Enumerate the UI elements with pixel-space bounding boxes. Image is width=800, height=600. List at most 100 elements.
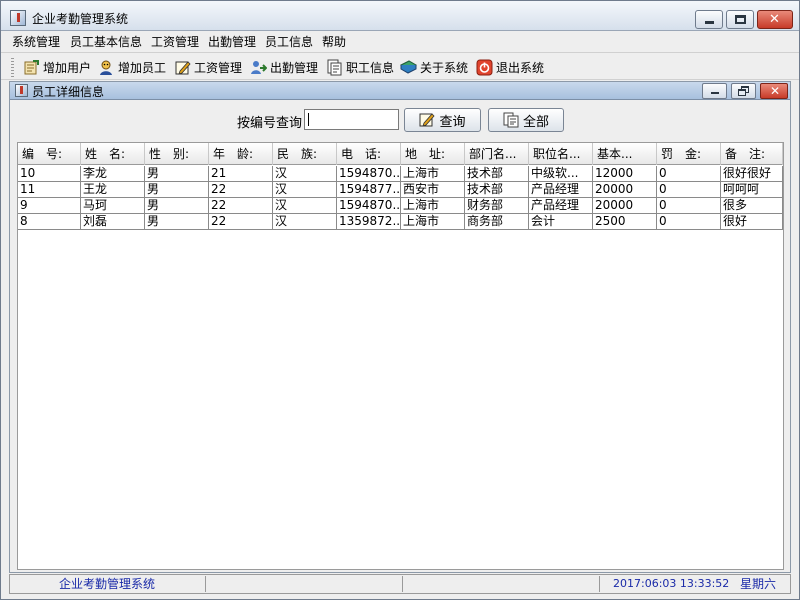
cell-id[interactable]: 9 xyxy=(18,198,81,214)
table-row[interactable]: 11 王龙男 22 汉 1594877... 西安市 技术部 产品经理 20000 0 呵呵呵 xyxy=(18,182,783,198)
cell-gender[interactable]: 男 xyxy=(145,198,209,214)
minimize-button[interactable] xyxy=(695,10,723,29)
show-all-button[interactable]: 全部 xyxy=(488,108,564,132)
employee-detail-frame: 员工详细信息 ✕ 按编号查询 查询 全部 编 号: 姓 名: 性 别: 年 龄:… xyxy=(9,81,791,573)
add-employee-button[interactable]: 增加员工 xyxy=(98,56,166,78)
cell-gender[interactable]: 男 xyxy=(145,166,209,182)
title-bar[interactable]: 企业考勤管理系统 ✕ xyxy=(1,1,799,31)
close-button[interactable]: ✕ xyxy=(757,10,793,29)
table-row[interactable]: 8 刘磊男 22 汉 1359872... 上海市 商务部 会计 2500 0 很好 xyxy=(18,214,783,230)
menu-employee-info[interactable]: 员工信息 xyxy=(265,33,313,50)
cell-base-salary[interactable]: 12000 xyxy=(593,166,657,182)
cell-fine[interactable]: 0 xyxy=(657,182,721,198)
menu-employee-basic-info[interactable]: 员工基本信息 xyxy=(70,33,142,50)
column-header-ethnicity[interactable]: 民 族: xyxy=(273,143,337,165)
status-weekday: 星期六 xyxy=(740,577,777,591)
attendance-icon xyxy=(250,59,268,76)
inner-restore-button[interactable] xyxy=(731,83,756,99)
cell-remark[interactable]: 很好很好 xyxy=(721,166,783,182)
column-header-department[interactable]: 部门名... xyxy=(465,143,529,165)
inner-title-bar[interactable]: 员工详细信息 ✕ xyxy=(10,82,790,100)
menu-bar: 系统管理 员工基本信息 工资管理 出勤管理 员工信息 帮助 xyxy=(1,31,799,51)
cell-id[interactable]: 8 xyxy=(18,214,81,230)
cell-fine[interactable]: 0 xyxy=(657,198,721,214)
cell-ethnicity[interactable]: 汉 xyxy=(273,214,337,230)
cell-gender[interactable]: 男 xyxy=(145,182,209,198)
cell-position[interactable]: 会计 xyxy=(529,214,593,230)
cell-phone[interactable]: 1594877... xyxy=(337,182,401,198)
cell-phone[interactable]: 1359872... xyxy=(337,214,401,230)
attendance-management-button[interactable]: 出勤管理 xyxy=(250,56,318,78)
cell-ethnicity[interactable]: 汉 xyxy=(273,182,337,198)
cell-position[interactable]: 中级软... xyxy=(529,166,593,182)
query-button[interactable]: 查询 xyxy=(404,108,481,132)
menu-system-management[interactable]: 系统管理 xyxy=(12,33,60,50)
cell-phone[interactable]: 1594870... xyxy=(337,198,401,214)
status-app-name-cell: 企业考勤管理系统 xyxy=(10,576,206,592)
inner-close-button[interactable]: ✕ xyxy=(760,83,788,99)
cell-address[interactable]: 上海市 xyxy=(401,166,465,182)
column-header-name[interactable]: 姓 名: xyxy=(81,143,145,165)
salary-management-button[interactable]: 工资管理 xyxy=(174,56,242,78)
window-title: 企业考勤管理系统 xyxy=(32,12,129,26)
minimize-icon xyxy=(705,21,714,24)
power-exit-icon xyxy=(476,59,493,76)
cell-age[interactable]: 22 xyxy=(209,214,273,230)
menu-salary-management[interactable]: 工资管理 xyxy=(151,33,199,50)
cell-fine[interactable]: 0 xyxy=(657,166,721,182)
menu-help[interactable]: 帮助 xyxy=(322,33,346,50)
cell-position[interactable]: 产品经理 xyxy=(529,198,593,214)
menu-attendance-management[interactable]: 出勤管理 xyxy=(208,33,256,50)
cell-age[interactable]: 22 xyxy=(209,198,273,214)
column-header-position[interactable]: 职位名... xyxy=(529,143,593,165)
cell-id[interactable]: 11 xyxy=(18,182,81,198)
cell-age[interactable]: 21 xyxy=(209,166,273,182)
cell-remark[interactable]: 呵呵呵 xyxy=(721,182,783,198)
salary-management-label: 工资管理 xyxy=(194,60,243,75)
about-system-button[interactable]: 关于系统 xyxy=(399,56,468,78)
cell-department[interactable]: 技术部 xyxy=(465,182,529,198)
add-user-button[interactable]: 增加用户 xyxy=(23,56,91,78)
maximize-button[interactable] xyxy=(726,10,754,29)
column-header-gender[interactable]: 性 别: xyxy=(145,143,209,165)
column-header-address[interactable]: 地 址: xyxy=(401,143,465,165)
cell-base-salary[interactable]: 20000 xyxy=(593,182,657,198)
cell-address[interactable]: 上海市 xyxy=(401,214,465,230)
toolbar-grip[interactable] xyxy=(11,58,14,78)
cell-base-salary[interactable]: 20000 xyxy=(593,198,657,214)
exit-system-button[interactable]: 退出系统 xyxy=(476,56,544,78)
employee-table[interactable]: 编 号: 姓 名: 性 别: 年 龄: 民 族: 电 话: 地 址: 部门名..… xyxy=(17,142,784,570)
cell-name[interactable]: 刘磊 xyxy=(81,214,145,230)
cell-remark[interactable]: 很多 xyxy=(721,198,783,214)
column-header-remark[interactable]: 备 注: xyxy=(721,143,783,165)
inner-minimize-button[interactable] xyxy=(702,83,727,99)
cell-phone[interactable]: 1594870... xyxy=(337,166,401,182)
cell-ethnicity[interactable]: 汉 xyxy=(273,198,337,214)
cell-address[interactable]: 上海市 xyxy=(401,198,465,214)
cell-department[interactable]: 技术部 xyxy=(465,166,529,182)
cell-address[interactable]: 西安市 xyxy=(401,182,465,198)
cell-age[interactable]: 22 xyxy=(209,182,273,198)
cell-remark[interactable]: 很好 xyxy=(721,214,783,230)
cell-name[interactable]: 李龙 xyxy=(81,166,145,182)
table-row[interactable]: 10 李龙男 21 汉 1594870... 上海市 技术部 中级软... 12000 0 很好很好 xyxy=(18,166,783,182)
cell-position[interactable]: 产品经理 xyxy=(529,182,593,198)
cell-fine[interactable]: 0 xyxy=(657,214,721,230)
column-header-phone[interactable]: 电 话: xyxy=(337,143,401,165)
cell-id[interactable]: 10 xyxy=(18,166,81,182)
cell-department[interactable]: 商务部 xyxy=(465,214,529,230)
cell-gender[interactable]: 男 xyxy=(145,214,209,230)
column-header-id[interactable]: 编 号: xyxy=(18,143,81,165)
column-header-age[interactable]: 年 龄: xyxy=(209,143,273,165)
staff-info-button[interactable]: 职工信息 xyxy=(326,56,394,78)
cell-name[interactable]: 马珂 xyxy=(81,198,145,214)
cell-department[interactable]: 财务部 xyxy=(465,198,529,214)
status-datetime: 2017:06:03 13:33:52 xyxy=(613,577,730,590)
cell-base-salary[interactable]: 2500 xyxy=(593,214,657,230)
search-id-input[interactable] xyxy=(304,109,399,130)
cell-ethnicity[interactable]: 汉 xyxy=(273,166,337,182)
column-header-base-salary[interactable]: 基本... xyxy=(593,143,657,165)
table-row[interactable]: 9 马珂男 22 汉 1594870... 上海市 财务部 产品经理 20000 0 很多 xyxy=(18,198,783,214)
cell-name[interactable]: 王龙 xyxy=(81,182,145,198)
column-header-fine[interactable]: 罚 金: xyxy=(657,143,721,165)
